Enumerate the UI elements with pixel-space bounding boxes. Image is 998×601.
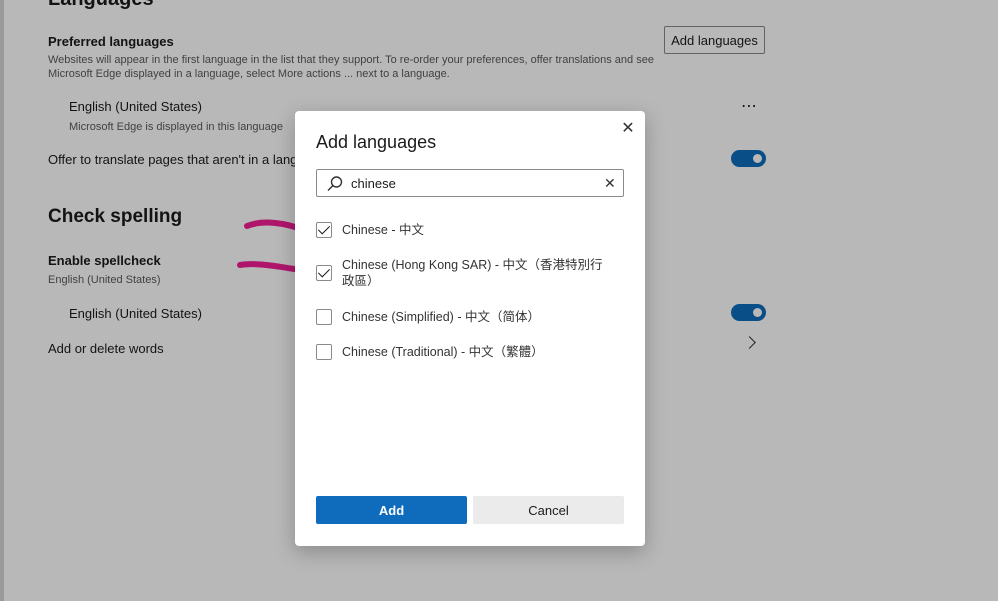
language-search-input[interactable]: chinese ✕ — [316, 169, 624, 197]
language-checkbox-chinese-traditional[interactable] — [316, 344, 332, 360]
cancel-button[interactable]: Cancel — [473, 496, 624, 524]
add-button[interactable]: Add — [316, 496, 467, 524]
dialog-title: Add languages — [316, 132, 437, 152]
language-option-label: Chinese (Hong Kong SAR) - 中文（香港特別行政區） — [342, 258, 603, 288]
search-value: chinese — [351, 176, 396, 191]
language-option-label: Chinese (Simplified) - 中文（简体） — [342, 310, 540, 324]
language-checkbox-chinese-hk[interactable] — [316, 265, 332, 281]
language-option-label: Chinese - 中文 — [342, 223, 424, 237]
language-checkbox-chinese-simplified[interactable] — [316, 309, 332, 325]
search-icon — [327, 176, 343, 191]
add-languages-dialog: Add languages ✕ chinese ✕ Chinese - 中文 C… — [295, 111, 645, 546]
language-checkbox-chinese[interactable] — [316, 222, 332, 238]
close-icon[interactable]: ✕ — [620, 121, 636, 137]
language-option-label: Chinese (Traditional) - 中文（繁體） — [342, 345, 544, 359]
clear-search-icon[interactable]: ✕ — [604, 175, 616, 191]
